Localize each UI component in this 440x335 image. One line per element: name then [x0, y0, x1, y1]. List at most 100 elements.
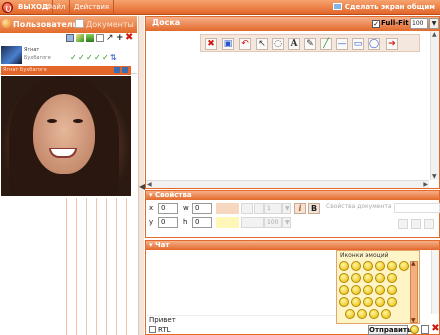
- bold-button[interactable]: B: [308, 203, 320, 214]
- scroll-up-icon[interactable]: ▲: [432, 31, 437, 38]
- kiss-emoticon-icon[interactable]: [363, 285, 373, 295]
- evil-emoticon-icon[interactable]: [375, 285, 385, 295]
- italic-button[interactable]: i: [294, 203, 306, 214]
- document-next-icon[interactable]: [411, 219, 421, 229]
- video-window-title[interactable]: Ягнат Бухбагоге: [1, 66, 131, 75]
- h-input[interactable]: 0: [192, 217, 212, 228]
- ok-emoticon-icon[interactable]: [381, 309, 391, 319]
- column-divider: [96, 198, 97, 335]
- text-icon[interactable]: A: [288, 38, 300, 50]
- heart-emoticon-icon[interactable]: [339, 297, 349, 307]
- smile-emoticon-icon[interactable]: [339, 261, 349, 271]
- x-input[interactable]: 0: [158, 203, 178, 214]
- fill-toggle[interactable]: [254, 203, 264, 214]
- chat-message-input[interactable]: Привет: [147, 315, 367, 325]
- nerd-emoticon-icon[interactable]: [363, 297, 373, 307]
- ellipse-icon[interactable]: ◯: [368, 38, 380, 50]
- copy-icon[interactable]: [421, 325, 429, 334]
- scroll-right-icon[interactable]: ▶: [423, 181, 428, 188]
- scroll-down-icon[interactable]: ▼: [432, 173, 437, 180]
- document-properties-field[interactable]: [394, 203, 440, 213]
- chevron-down-icon[interactable]: ▼: [429, 18, 439, 29]
- shy-emoticon-icon[interactable]: [351, 285, 361, 295]
- zoom-select[interactable]: 100: [410, 18, 428, 29]
- angel-emoticon-icon[interactable]: [387, 297, 397, 307]
- checkbox-icon[interactable]: ✓: [372, 20, 380, 28]
- w-input[interactable]: 0: [192, 203, 212, 214]
- scroll-left-icon[interactable]: ◀: [147, 181, 152, 188]
- share-screen-button[interactable]: Сделать экран общим: [332, 1, 435, 13]
- remove-user-icon[interactable]: ✖: [125, 33, 133, 43]
- document-add-icon[interactable]: [424, 219, 434, 229]
- line-color-picker[interactable]: [241, 203, 253, 214]
- video-minimize-icon[interactable]: [114, 67, 120, 73]
- thumb-emoticon-icon[interactable]: [351, 297, 361, 307]
- angry-emoticon-icon[interactable]: [339, 273, 349, 283]
- surprised-emoticon-icon[interactable]: [363, 273, 373, 283]
- pencil-permission-icon[interactable]: [76, 34, 84, 42]
- user-settings-icon[interactable]: [66, 34, 74, 42]
- checkbox-icon[interactable]: [149, 326, 156, 333]
- arrow-right-icon[interactable]: ➔: [386, 38, 398, 50]
- emoticon-button[interactable]: [410, 325, 419, 334]
- tab-users[interactable]: Пользователи: [2, 16, 78, 33]
- clear-icon[interactable]: ✖: [205, 38, 217, 50]
- lasso-icon[interactable]: ◌: [272, 38, 284, 50]
- grin-emoticon-icon[interactable]: [351, 261, 361, 271]
- panel-splitter[interactable]: ◀: [138, 16, 145, 335]
- devil-emoticon-icon[interactable]: [375, 297, 385, 307]
- line-width-select[interactable]: 1: [264, 203, 282, 214]
- chat-scrollbar[interactable]: [431, 250, 439, 314]
- pointer-permission-icon[interactable]: ↗: [106, 34, 114, 43]
- party-emoticon-icon[interactable]: [357, 309, 367, 319]
- font-color-picker[interactable]: [241, 217, 264, 228]
- whiteboard-horizontal-scrollbar[interactable]: ◀ ▶: [146, 180, 429, 188]
- laugh-emoticon-icon[interactable]: [387, 261, 397, 271]
- document-permission-icon[interactable]: [96, 34, 104, 42]
- exit-icon[interactable]: [2, 2, 13, 13]
- pencil-icon[interactable]: ✎: [304, 38, 316, 50]
- board-permission-icon[interactable]: [86, 34, 94, 42]
- check-icon[interactable]: ✓: [78, 54, 85, 62]
- check-icon[interactable]: ✓: [86, 54, 93, 62]
- add-user-icon[interactable]: +: [116, 34, 124, 43]
- pointer-icon[interactable]: ↖: [256, 38, 268, 50]
- cry-emoticon-icon[interactable]: [339, 285, 349, 295]
- confused-emoticon-icon[interactable]: [375, 273, 385, 283]
- wink-emoticon-icon[interactable]: [375, 261, 385, 271]
- user-permissions: ✓✓✓✓✓⇅: [70, 53, 118, 62]
- file-menu[interactable]: Файл: [42, 0, 71, 14]
- check-icon[interactable]: ✓: [94, 54, 101, 62]
- clap-emoticon-icon[interactable]: [345, 309, 355, 319]
- fullfit-checkbox[interactable]: ✓ Full-Fit: [372, 19, 409, 28]
- chevron-down-icon[interactable]: ▼: [282, 217, 291, 228]
- whiteboard-vertical-scrollbar[interactable]: ▲ ▼: [430, 31, 439, 180]
- highlighter-icon[interactable]: ╱: [320, 38, 332, 50]
- sleep-emoticon-icon[interactable]: [387, 273, 397, 283]
- cool-emoticon-icon[interactable]: [363, 261, 373, 271]
- check-icon[interactable]: ✓: [102, 54, 109, 62]
- line-color-swatch[interactable]: [216, 203, 239, 214]
- send-button[interactable]: Отправить: [368, 325, 411, 335]
- sad-emoticon-icon[interactable]: [351, 273, 361, 283]
- opacity-select[interactable]: 100: [264, 217, 282, 228]
- rectangle-icon[interactable]: ▭: [352, 38, 364, 50]
- video-close-icon[interactable]: [122, 67, 128, 73]
- ninja-emoticon-icon[interactable]: [369, 309, 379, 319]
- shocked-emoticon-icon[interactable]: [387, 285, 397, 295]
- chevron-down-icon[interactable]: ▼: [282, 203, 291, 214]
- open-doc-icon[interactable]: ▣: [222, 38, 234, 50]
- document-prev-icon[interactable]: [398, 219, 408, 229]
- close-icon[interactable]: ✖: [431, 324, 440, 334]
- tab-documents[interactable]: Документы: [75, 16, 134, 33]
- undo-icon[interactable]: ↶: [239, 38, 251, 50]
- fill-color-swatch[interactable]: [216, 217, 239, 228]
- tongue-emoticon-icon[interactable]: [399, 261, 409, 271]
- y-input[interactable]: 0: [158, 217, 178, 228]
- emoticons-scrollbar[interactable]: [410, 260, 418, 324]
- check-icon[interactable]: ✓: [70, 54, 77, 62]
- actions-menu[interactable]: Действия: [70, 0, 115, 14]
- rtl-checkbox[interactable]: RTL: [149, 326, 171, 334]
- line-icon[interactable]: —: [336, 38, 348, 50]
- info-icon[interactable]: ⇅: [110, 54, 117, 62]
